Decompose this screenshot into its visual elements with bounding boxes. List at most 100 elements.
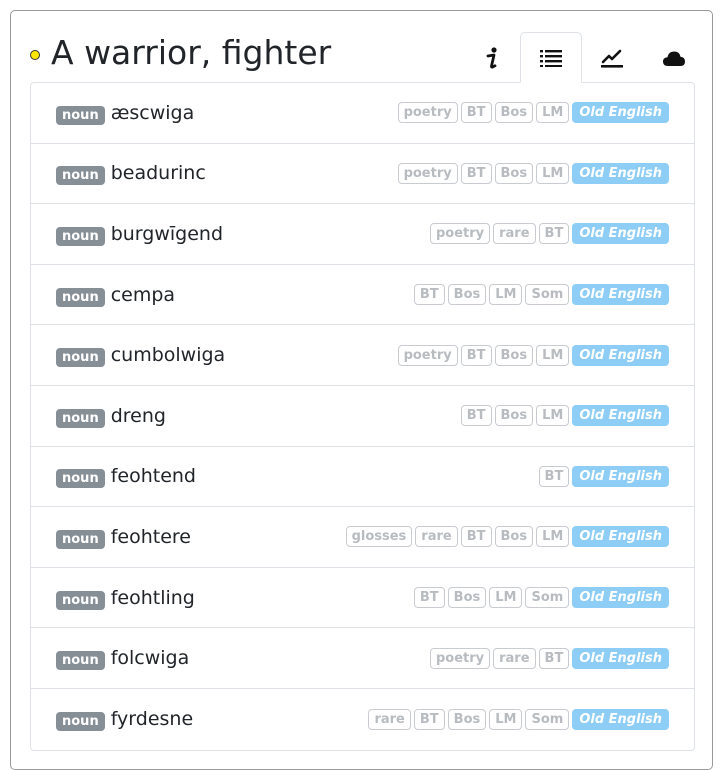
tab-list[interactable] [520, 32, 582, 83]
headword[interactable]: fyrdesne [111, 707, 193, 731]
source-tag[interactable]: Bos [494, 526, 534, 548]
source-tag[interactable]: Bos [447, 587, 487, 609]
headword[interactable]: cumbolwiga [111, 343, 225, 367]
source-tag[interactable]: LM [489, 708, 523, 730]
source-tags: poetry rare BT Old English [429, 647, 669, 669]
source-tag[interactable]: rare [368, 708, 411, 730]
source-tag[interactable]: poetry [429, 223, 491, 245]
headword[interactable]: feohtend [111, 464, 196, 488]
headword[interactable]: feohtere [111, 525, 191, 549]
source-tag[interactable]: rare [493, 647, 536, 669]
source-tag[interactable]: poetry [397, 162, 458, 184]
source-tag[interactable]: BT [413, 708, 445, 730]
synonym-card: A warrior, fighter noun æscwiga poetry B… [10, 10, 713, 770]
source-tag[interactable]: BT [460, 344, 492, 366]
source-tag[interactable]: LM [536, 405, 570, 427]
list-item[interactable]: noun folcwiga poetry rare BT Old English [31, 628, 694, 689]
source-tag[interactable]: Som [525, 587, 570, 609]
source-tag[interactable]: glosses [345, 526, 413, 548]
source-tag[interactable]: poetry [429, 647, 491, 669]
source-tags: BT Bos LM Som Old English [413, 587, 669, 609]
cloud-icon [663, 51, 685, 66]
source-tag[interactable]: Bos [447, 284, 487, 306]
list-item[interactable]: noun feohtling BT Bos LM Som Old English [31, 568, 694, 629]
language-badge[interactable]: Old English [572, 162, 669, 184]
list-item[interactable]: noun cumbolwiga poetry BT Bos LM Old English [31, 325, 694, 386]
source-tag[interactable]: BT [460, 405, 492, 427]
list-item[interactable]: noun burgwīgend poetry rare BT Old English [31, 204, 694, 265]
source-tags: poetry BT Bos LM Old English [397, 162, 669, 184]
tab-info[interactable] [461, 32, 523, 83]
source-tag[interactable]: LM [536, 344, 570, 366]
source-tag[interactable]: LM [536, 102, 570, 124]
language-badge[interactable]: Old English [572, 465, 669, 487]
list-item[interactable]: noun dreng BT Bos LM Old English [31, 386, 694, 447]
source-tag[interactable]: BT [538, 647, 570, 669]
part-of-speech-badge: noun [56, 287, 105, 307]
source-tag[interactable]: BT [460, 102, 492, 124]
source-tag[interactable]: Som [525, 284, 570, 306]
source-tag[interactable]: BT [413, 284, 445, 306]
source-tag[interactable]: LM [536, 526, 570, 548]
part-of-speech-badge: noun [56, 469, 105, 489]
source-tag[interactable]: BT [460, 162, 492, 184]
source-tag[interactable]: BT [538, 465, 570, 487]
source-tags: rare BT Bos LM Som Old English [368, 708, 669, 730]
source-tag[interactable]: LM [536, 162, 570, 184]
language-badge[interactable]: Old English [572, 223, 669, 245]
headword[interactable]: cempa [111, 283, 175, 307]
language-badge[interactable]: Old English [572, 587, 669, 609]
source-tag[interactable]: Bos [494, 162, 534, 184]
source-tag[interactable]: Bos [494, 344, 534, 366]
source-tag[interactable]: poetry [397, 102, 458, 124]
source-tag[interactable]: Som [525, 708, 570, 730]
info-icon [486, 46, 497, 69]
source-tags: glosses rare BT Bos LM Old English [345, 526, 669, 548]
language-badge[interactable]: Old English [572, 708, 669, 730]
status-dot-icon [30, 50, 40, 60]
language-badge[interactable]: Old English [572, 284, 669, 306]
source-tag[interactable]: BT [460, 526, 492, 548]
source-tag[interactable]: BT [413, 587, 445, 609]
source-tag[interactable]: LM [489, 284, 523, 306]
source-tags: poetry BT Bos LM Old English [397, 102, 669, 124]
list-item[interactable]: noun feohtend BT Old English [31, 447, 694, 508]
source-tags: BT Old English [538, 465, 669, 487]
part-of-speech-badge: noun [56, 529, 105, 549]
source-tag[interactable]: BT [538, 223, 570, 245]
source-tag[interactable]: LM [489, 587, 523, 609]
language-badge[interactable]: Old English [572, 102, 669, 124]
headword[interactable]: æscwiga [111, 101, 195, 125]
chart-line-icon [601, 49, 623, 68]
headword[interactable]: folcwiga [111, 646, 190, 670]
list-icon [540, 49, 562, 67]
list-item[interactable]: noun fyrdesne rare BT Bos LM Som Old English [31, 689, 694, 750]
language-badge[interactable]: Old English [572, 344, 669, 366]
source-tag[interactable]: rare [415, 526, 458, 548]
tab-cloud[interactable] [643, 32, 705, 83]
tab-chart[interactable] [581, 32, 643, 83]
list-item[interactable]: noun cempa BT Bos LM Som Old English [31, 265, 694, 326]
source-tag[interactable]: poetry [397, 344, 458, 366]
list-item[interactable]: noun feohtere glosses rare BT Bos LM Old Englis… [31, 507, 694, 568]
word-list: noun æscwiga poetry BT Bos LM Old English noun b… [30, 82, 695, 751]
part-of-speech-badge: noun [56, 651, 105, 671]
headword[interactable]: feohtling [111, 586, 195, 610]
list-item[interactable]: noun æscwiga poetry BT Bos LM Old English [31, 83, 694, 144]
card-header: A warrior, fighter [11, 11, 712, 83]
part-of-speech-badge: noun [56, 105, 105, 125]
list-item[interactable]: noun beadurinc poetry BT Bos LM Old English [31, 144, 694, 205]
language-badge[interactable]: Old English [572, 405, 669, 427]
part-of-speech-badge: noun [56, 712, 105, 732]
part-of-speech-badge: noun [56, 408, 105, 428]
headword[interactable]: dreng [111, 404, 166, 428]
language-badge[interactable]: Old English [572, 647, 669, 669]
source-tag[interactable]: Bos [447, 708, 487, 730]
language-badge[interactable]: Old English [572, 526, 669, 548]
part-of-speech-badge: noun [56, 348, 105, 368]
source-tag[interactable]: rare [493, 223, 536, 245]
source-tag[interactable]: Bos [494, 405, 534, 427]
source-tag[interactable]: Bos [494, 102, 534, 124]
headword[interactable]: burgwīgend [111, 222, 223, 246]
headword[interactable]: beadurinc [111, 161, 206, 185]
